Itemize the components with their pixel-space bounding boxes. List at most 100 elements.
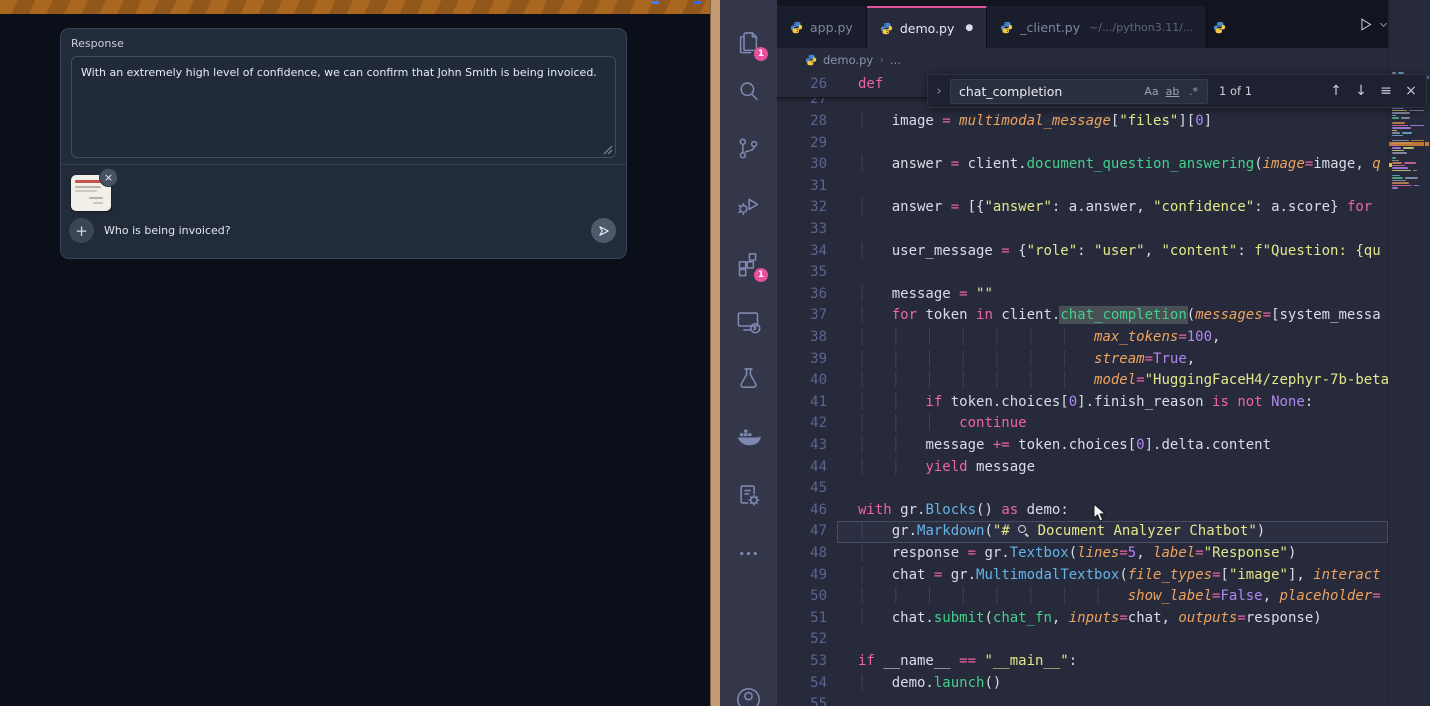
code-line-41[interactable]: 41│ │ if token.choices[0].finish_reason … (777, 392, 1388, 414)
code-token: () (984, 675, 1001, 691)
code-token: "confidence" (1153, 199, 1254, 215)
line-number: 49 (777, 565, 827, 587)
code-line-34[interactable]: 34│ user_message = {"role": "user", "con… (777, 241, 1388, 263)
code-token: = (959, 286, 967, 302)
code-line-32[interactable]: 32│ answer = [{"answer": a.answer, "conf… (777, 197, 1388, 219)
find-in-selection-icon[interactable]: ≡ (1376, 83, 1396, 99)
code-line-44[interactable]: 44│ │ yield message (777, 457, 1388, 479)
code-line-43[interactable]: 43│ │ message += token.choices[0].delta.… (777, 435, 1388, 457)
code-line-33[interactable]: 33 (777, 219, 1388, 241)
breadcrumb-more[interactable]: ... (890, 53, 901, 67)
code-token: Blocks (925, 502, 976, 518)
explorer-icon[interactable]: 1 (735, 29, 762, 56)
response-textbox[interactable]: With an extremely high level of confiden… (71, 56, 616, 158)
docker-icon[interactable] (735, 424, 762, 451)
code-token: inputs (1069, 610, 1120, 626)
code-token: ( (1119, 567, 1127, 583)
find-close-icon[interactable]: × (1401, 83, 1421, 99)
python-icon (880, 22, 893, 35)
code-token: │ │ (858, 394, 925, 410)
tab-client-py[interactable]: _client.py ~/.../python3.11/... (987, 6, 1207, 48)
code-token: = (951, 199, 959, 215)
find-next-icon[interactable]: ↓ (1351, 83, 1371, 99)
tab-demo-py[interactable]: demo.py ● (867, 6, 987, 48)
run-debug-icon[interactable] (735, 192, 762, 219)
tab-label: demo.py (900, 21, 955, 36)
resize-handle-icon[interactable] (603, 145, 613, 155)
tab-overflow-sliver[interactable] (1207, 6, 1231, 48)
modified-dot-icon[interactable]: ● (965, 23, 973, 33)
line-number: 28 (777, 111, 827, 133)
code-token: gr. (976, 545, 1010, 561)
extensions-icon[interactable]: 1 (735, 250, 762, 277)
code-token: "user" (1094, 243, 1145, 259)
code-line-55[interactable]: 55 (777, 694, 1388, 706)
code-line-52[interactable]: 52 (777, 629, 1388, 651)
code-line-28[interactable]: 28│ image = multimodal_message["files"][… (777, 111, 1388, 133)
run-file-icon[interactable] (1357, 16, 1374, 33)
code-line-39[interactable]: 39│ │ │ │ │ │ │ stream=True, (777, 349, 1388, 371)
code-token: │ (858, 567, 892, 583)
ruler-match-tick (1425, 142, 1429, 146)
code-line-50[interactable]: 50│ │ │ │ │ │ │ │ show_label=False, plac… (777, 586, 1388, 608)
code-line-30[interactable]: 30│ answer = client.document_question_an… (777, 154, 1388, 176)
code-line-38[interactable]: 38│ │ │ │ │ │ │ max_tokens=100, (777, 327, 1388, 349)
code-token: │ (858, 307, 892, 323)
code-line-40[interactable]: 40│ │ │ │ │ │ │ model="HuggingFaceH4/zep… (777, 370, 1388, 392)
code-line-36[interactable]: 36│ message = "" (777, 284, 1388, 306)
code-token: [ (1221, 567, 1229, 583)
code-line-48[interactable]: 48│ response = gr.Textbox(lines=5, label… (777, 543, 1388, 565)
account-icon[interactable] (735, 686, 762, 706)
python-icon (805, 54, 817, 66)
code-token: placeholder (1279, 588, 1372, 604)
line-number: 35 (777, 262, 827, 284)
testing-beaker-icon[interactable] (735, 365, 762, 392)
code-line-37[interactable]: 37│ for token in client.chat_completion(… (777, 305, 1388, 327)
add-file-button[interactable]: + (69, 218, 94, 243)
code-line-49[interactable]: 49│ chat = gr.MultimodalTextbox(file_typ… (777, 565, 1388, 587)
code-line-31[interactable]: 31 (777, 176, 1388, 198)
code-token: │ (858, 286, 892, 302)
breadcrumb-file[interactable]: demo.py (823, 53, 873, 67)
remote-explorer-icon[interactable] (735, 308, 762, 335)
remove-attachment-button[interactable]: × (99, 168, 118, 187)
code-line-51[interactable]: 51│ chat.submit(chat_fn, inputs=chat, ou… (777, 608, 1388, 630)
code-token: , (1187, 351, 1195, 367)
code-token: ][ (1178, 113, 1195, 129)
attachment-thumbnail[interactable]: × (71, 175, 111, 211)
more-views-icon[interactable] (735, 540, 762, 567)
code-token: ( (984, 610, 992, 626)
code-token: in (976, 307, 993, 323)
tab-app-py[interactable]: app.py (777, 6, 867, 48)
code-line-35[interactable]: 35 (777, 262, 1388, 284)
line-number: 51 (777, 608, 827, 630)
code-line-46[interactable]: 46with gr.Blocks() as demo: (777, 500, 1388, 522)
code-token: ( (1187, 307, 1195, 323)
source-control-icon[interactable] (735, 135, 762, 162)
code-token: lines (1077, 545, 1119, 561)
code-token: = (951, 156, 959, 172)
whole-word-toggle[interactable]: ab (1162, 82, 1183, 101)
match-case-toggle[interactable]: Aa (1141, 82, 1162, 101)
regex-toggle[interactable]: .* (1183, 82, 1204, 101)
chat-input[interactable]: Who is being invoiced? (104, 224, 231, 237)
find-input[interactable]: chat_completion Aa ab .* (950, 79, 1208, 104)
settings-sync-file-icon[interactable] (735, 481, 762, 508)
code-token: message (968, 459, 1035, 475)
code-token: document_question_answering (1027, 156, 1255, 172)
code-line-53[interactable]: 53if __name__ == "__main__": (777, 651, 1388, 673)
line-number: 26 (777, 72, 827, 96)
find-expand-chevron-icon[interactable]: › (933, 84, 945, 99)
code-token: stream (1094, 351, 1145, 367)
code-token: "# (993, 523, 1018, 539)
code-line-45[interactable]: 45 (777, 478, 1388, 500)
code-line-29[interactable]: 29 (777, 133, 1388, 155)
find-previous-icon[interactable]: ↑ (1326, 83, 1346, 99)
code-line-54[interactable]: 54│ demo.launch() (777, 673, 1388, 695)
code-line-42[interactable]: 42│ │ │ continue (777, 413, 1388, 435)
send-button[interactable] (591, 218, 616, 243)
find-query[interactable]: chat_completion (959, 84, 1141, 99)
code-line-47[interactable]: 47│ gr.Markdown("# Document Analyzer Cha… (777, 521, 1388, 543)
search-icon[interactable] (735, 78, 762, 105)
editor-section: 2728│ image = multimodal_message["files"… (777, 0, 1430, 706)
